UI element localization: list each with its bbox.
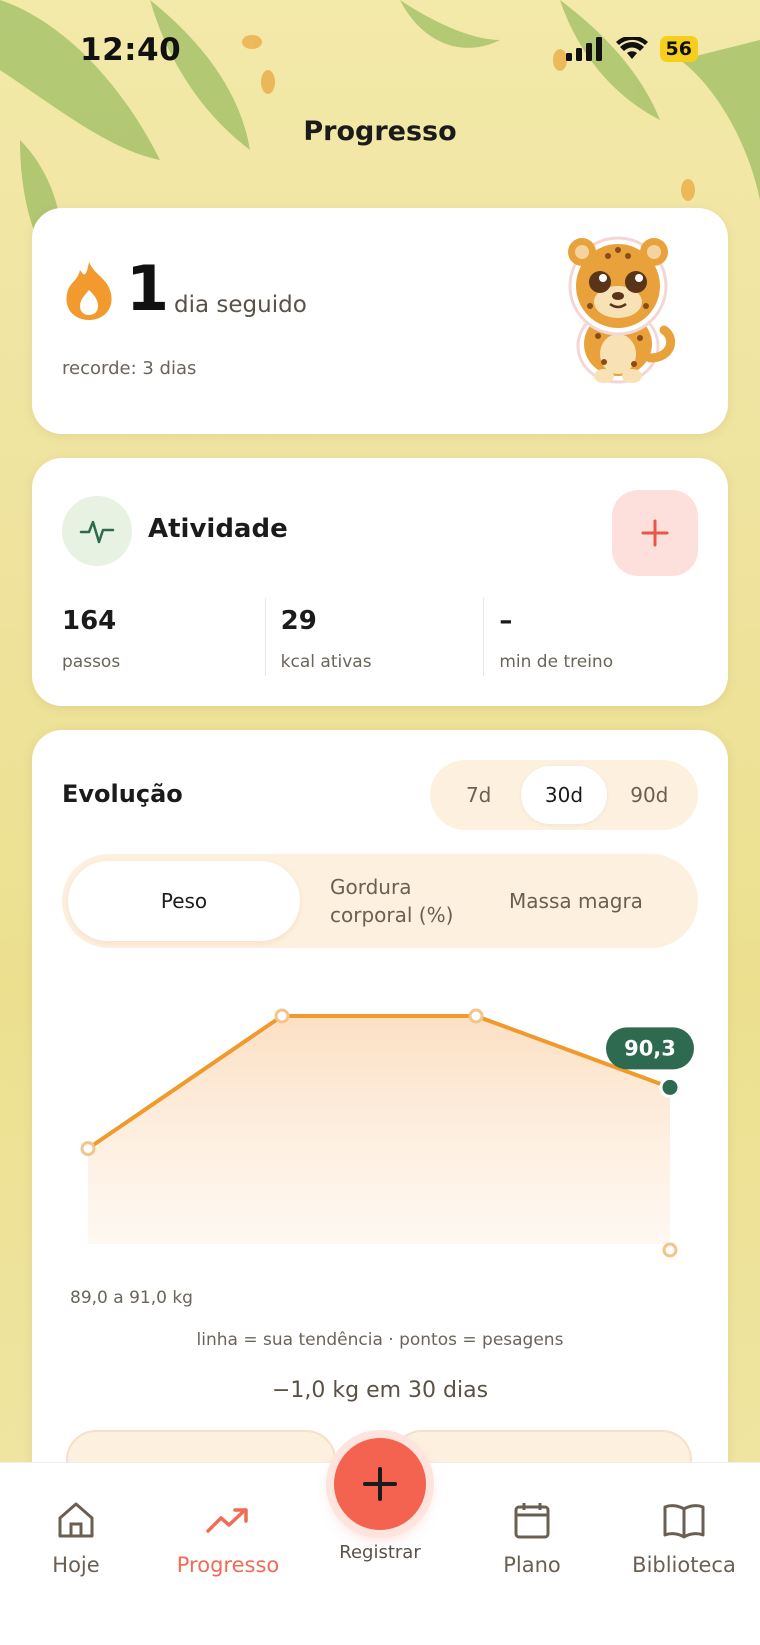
register-fab-label: Registrar	[339, 1542, 421, 1563]
activity-icon-badge	[62, 496, 132, 566]
register-fab-button[interactable]	[334, 1438, 426, 1530]
battery-indicator: 56	[659, 36, 698, 62]
chart-area-fill	[88, 1016, 670, 1244]
plus-icon	[363, 1467, 397, 1501]
status-bar: 12:40 56	[0, 30, 760, 70]
nav-label: Plano	[503, 1553, 561, 1577]
streak-card: 1 dia seguido recorde: 3 dias	[32, 208, 728, 434]
stat-value: –	[499, 606, 513, 636]
evolution-title: Evolução	[62, 780, 183, 808]
range-selector: 7d 30d 90d	[430, 760, 698, 830]
chart-point	[662, 1242, 678, 1258]
page-title: Progresso	[303, 116, 457, 147]
chart-point	[468, 1008, 484, 1024]
nav-item-progresso[interactable]: Progresso	[158, 1497, 298, 1577]
chart-value-label: 90,3	[624, 1036, 676, 1060]
home-icon	[58, 1502, 94, 1538]
activity-title: Atividade	[148, 514, 288, 544]
signal-icon	[565, 37, 602, 61]
nav-item-plano[interactable]: Plano	[462, 1497, 602, 1577]
chart-point	[80, 1141, 96, 1157]
nav-item-biblioteca[interactable]: Biblioteca	[614, 1497, 754, 1577]
stat-workout-min: – min de treino	[483, 598, 702, 676]
flame-icon	[66, 262, 112, 320]
weight-trend-chart: 90,3	[80, 1008, 694, 1258]
streak-record: recorde: 3 dias	[62, 358, 197, 379]
chart-range-label: 89,0 a 91,0 kg	[70, 1288, 193, 1308]
activity-card: Atividade 164 passos 29 kcal ativas – mi…	[32, 458, 728, 706]
range-option-90d[interactable]: 90d	[607, 766, 692, 824]
metric-option-body-fat[interactable]: Gordura corporal (%)	[300, 861, 460, 941]
wifi-icon	[615, 37, 648, 59]
chart-point-latest	[659, 1076, 681, 1098]
calendar-icon	[514, 1503, 550, 1539]
streak-count: 1	[126, 252, 170, 325]
nav-label: Progresso	[176, 1553, 280, 1577]
range-option-30d[interactable]: 30d	[521, 766, 607, 824]
nav-label: Biblioteca	[632, 1553, 736, 1577]
nav-item-hoje[interactable]: Hoje	[6, 1497, 146, 1577]
status-time: 12:40	[80, 32, 182, 68]
stat-value: 29	[280, 606, 317, 636]
chart-point	[274, 1008, 290, 1024]
nav-label: Hoje	[52, 1553, 100, 1577]
stat-label: passos	[62, 652, 121, 672]
stat-label: kcal ativas	[280, 652, 372, 672]
metric-option-weight[interactable]: Peso	[68, 861, 300, 941]
stat-kcal: 29 kcal ativas	[264, 598, 484, 676]
range-option-7d[interactable]: 7d	[436, 766, 521, 824]
activity-stats: 164 passos 29 kcal ativas – min de trein…	[62, 598, 702, 676]
chart-legend-text: linha = sua tendência · pontos = pesagen…	[196, 1330, 564, 1350]
metric-option-lean-mass[interactable]: Massa magra	[460, 861, 692, 941]
trend-up-icon	[206, 1508, 248, 1533]
book-icon	[663, 1504, 705, 1539]
add-activity-button[interactable]	[612, 490, 698, 576]
streak-unit: dia seguido	[174, 292, 307, 318]
pulse-icon	[79, 520, 115, 544]
stat-label: min de treino	[499, 652, 614, 672]
stat-steps: 164 passos	[62, 598, 265, 676]
weight-delta: −1,0 kg em 30 dias	[271, 1378, 489, 1403]
stat-value: 164	[62, 606, 117, 636]
plus-icon	[641, 519, 669, 547]
jaguar-mascot-illustration	[568, 236, 676, 384]
metric-selector: Peso Gordura corporal (%) Massa magra	[62, 854, 698, 948]
